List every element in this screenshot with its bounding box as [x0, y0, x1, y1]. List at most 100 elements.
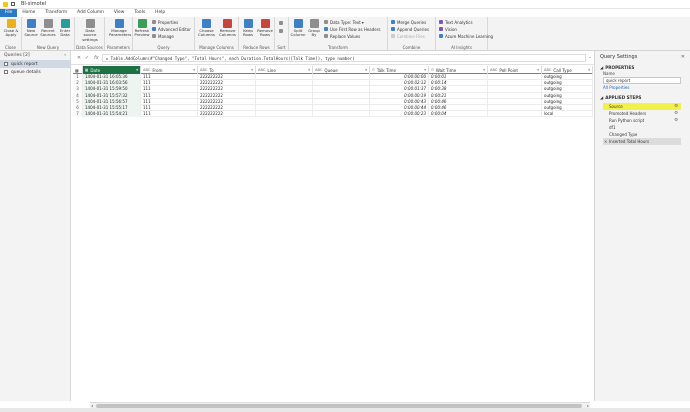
- sort-ascending-icon: [279, 21, 283, 25]
- menu-help[interactable]: Help: [150, 9, 170, 17]
- step-df1[interactable]: df1: [603, 124, 681, 131]
- group-by-icon: [309, 19, 319, 28]
- vision-button[interactable]: Vision: [439, 26, 457, 32]
- filter-dropdown-icon[interactable]: ▾: [193, 68, 195, 72]
- cell-wait-time[interactable]: 0:00:04: [429, 111, 488, 118]
- column-header-line[interactable]: ABC Line ▾: [256, 66, 313, 74]
- applied-steps-section[interactable]: ◢ APPLIED STEPS: [595, 94, 690, 101]
- confirm-formula-icon[interactable]: ✓: [83, 55, 91, 61]
- column-header-from[interactable]: ABC From ▾: [141, 66, 198, 74]
- menu-view[interactable]: View: [109, 9, 129, 17]
- query-name-input[interactable]: quick report: [603, 77, 681, 84]
- recent-sources-button[interactable]: Recent Sources: [40, 19, 56, 38]
- cell-date[interactable]: 1404-01-31 15:54:21: [83, 111, 141, 118]
- sort-ascending-button[interactable]: [279, 20, 285, 26]
- menu-file[interactable]: File: [0, 9, 18, 17]
- ribbon-group-query: Refresh Preview Properties Advanced Edit…: [133, 17, 195, 51]
- gear-icon[interactable]: ⚙: [674, 118, 678, 123]
- formula-input[interactable]: = Table.AddColumn(#"Changed Type", "Tota…: [101, 53, 586, 62]
- ribbon-group-new-query: New Source Recent Sources Enter Data New…: [22, 17, 75, 51]
- status-bar: [0, 408, 690, 412]
- column-header-call-type[interactable]: ABC Call Type ▾: [542, 66, 593, 74]
- title-bar: BI-simotel: [0, 0, 690, 9]
- manage-button[interactable]: Manage: [152, 33, 174, 39]
- step-run-python-script[interactable]: Run Python script ⚙: [603, 117, 681, 124]
- enter-data-icon: [60, 19, 70, 28]
- save-icon[interactable]: [11, 2, 15, 6]
- cell-from[interactable]: 111: [141, 111, 198, 118]
- properties-section[interactable]: ◢ PROPERTIES: [595, 64, 690, 71]
- all-properties-link[interactable]: All Properties: [595, 84, 690, 92]
- keep-rows-button[interactable]: Keep Rows: [240, 19, 256, 38]
- remove-columns-button[interactable]: Remove Columns: [218, 19, 237, 38]
- query-item-queue-details[interactable]: queue details: [0, 68, 70, 76]
- filter-dropdown-icon[interactable]: ▾: [424, 68, 426, 72]
- gear-icon[interactable]: ⚙: [674, 104, 678, 109]
- step-changed-type[interactable]: Changed Type: [603, 131, 681, 138]
- step-promoted-headers[interactable]: Promoted Headers ⚙: [603, 110, 681, 117]
- enter-data-button[interactable]: Enter Data: [57, 19, 73, 38]
- column-header-date[interactable]: ▦ Date ▾: [83, 66, 141, 74]
- data-type-dropdown[interactable]: Data Type: Text ▾: [324, 19, 364, 25]
- filter-dropdown-icon[interactable]: ▾: [537, 68, 539, 72]
- text-analytics-button[interactable]: Text Analytics: [439, 19, 473, 25]
- append-queries-button[interactable]: Append Queries: [391, 26, 429, 32]
- close-icon[interactable]: ✕: [681, 54, 685, 60]
- use-first-row-headers-button[interactable]: Use First Row as Headers: [324, 26, 380, 32]
- manage-parameters-button[interactable]: Manage Parameters: [109, 19, 131, 38]
- cell-line[interactable]: [256, 111, 313, 118]
- new-source-button[interactable]: New Source: [23, 19, 39, 38]
- filter-dropdown-icon[interactable]: ▾: [251, 68, 253, 72]
- cell-call-type[interactable]: local: [542, 111, 593, 118]
- advanced-editor-button[interactable]: Advanced Editor: [152, 26, 191, 32]
- combine-files-button: Combine Files: [391, 33, 425, 39]
- delete-step-icon[interactable]: ✕: [604, 139, 607, 144]
- ribbon-group-close: Close & Apply Close: [0, 17, 22, 51]
- step-source[interactable]: Source ⚙: [603, 103, 681, 110]
- split-column-button[interactable]: Split Column: [290, 19, 306, 38]
- column-header-queue[interactable]: ABC Queue ▾: [313, 66, 370, 74]
- cell-talk-time[interactable]: 0:00:00:23: [370, 111, 429, 118]
- replace-values-button[interactable]: Replace Values: [324, 33, 360, 39]
- data-source-settings-button[interactable]: Data source settings: [81, 19, 99, 42]
- azure-ml-button[interactable]: Azure Machine Learning: [439, 33, 493, 39]
- choose-columns-icon: [202, 19, 211, 28]
- gear-icon[interactable]: ⚙: [674, 111, 678, 116]
- cell-poll-point[interactable]: [488, 111, 542, 118]
- menu-add-column[interactable]: Add Column: [72, 9, 109, 17]
- merge-queries-button[interactable]: Merge Queries: [391, 19, 426, 25]
- cancel-formula-icon[interactable]: ✕: [75, 55, 83, 61]
- sort-descending-button[interactable]: [279, 28, 285, 34]
- ribbon-group-reduce-rows: Keep Rows Remove Rows Reduce Rows: [239, 17, 275, 51]
- column-header-talk-time[interactable]: ⏱ Talk Time ▾: [370, 66, 429, 74]
- chevron-down-icon[interactable]: ⌄: [586, 55, 594, 60]
- menu-transform[interactable]: Transform: [40, 9, 72, 17]
- refresh-preview-button[interactable]: Refresh Preview: [134, 19, 150, 38]
- filter-dropdown-icon[interactable]: ▾: [365, 68, 367, 72]
- collapse-triangle-icon: ◢: [600, 65, 604, 70]
- filter-dropdown-icon[interactable]: ▾: [588, 68, 590, 72]
- cell-queue[interactable]: [313, 111, 370, 118]
- filter-dropdown-icon[interactable]: ▾: [136, 68, 138, 72]
- collapse-triangle-icon: ◢: [600, 95, 604, 100]
- cell-to[interactable]: 222222222: [198, 111, 256, 118]
- choose-columns-button[interactable]: Choose Columns: [197, 19, 216, 38]
- menu-tools[interactable]: Tools: [129, 9, 150, 17]
- scrollbar-thumb[interactable]: [96, 404, 582, 408]
- remove-rows-button[interactable]: Remove Rows: [257, 19, 273, 38]
- keep-rows-icon: [243, 19, 253, 28]
- collapse-chevron-icon[interactable]: ‹: [64, 53, 66, 58]
- filter-dropdown-icon[interactable]: ▾: [308, 68, 310, 72]
- column-header-to[interactable]: ABC To ▾: [198, 66, 256, 74]
- properties-button[interactable]: Properties: [152, 19, 178, 25]
- query-item-quick-report[interactable]: quick report: [0, 60, 70, 68]
- column-header-wait-time[interactable]: ⏱ Wait Time ▾: [429, 66, 488, 74]
- step-inserted-total-hours[interactable]: ✕ Inserted Total Hours: [603, 138, 681, 145]
- close-apply-button[interactable]: Close & Apply: [3, 19, 19, 38]
- refresh-icon: [137, 19, 147, 28]
- table-menu-icon[interactable]: ▦: [73, 66, 83, 74]
- table-row[interactable]: 7 1404-01-31 15:54:21 111 222222222 0:00…: [73, 111, 593, 118]
- filter-dropdown-icon[interactable]: ▾: [483, 68, 485, 72]
- column-header-poll-point[interactable]: ABC Poll Point ▾: [488, 66, 542, 74]
- group-by-button[interactable]: Group By: [306, 19, 322, 38]
